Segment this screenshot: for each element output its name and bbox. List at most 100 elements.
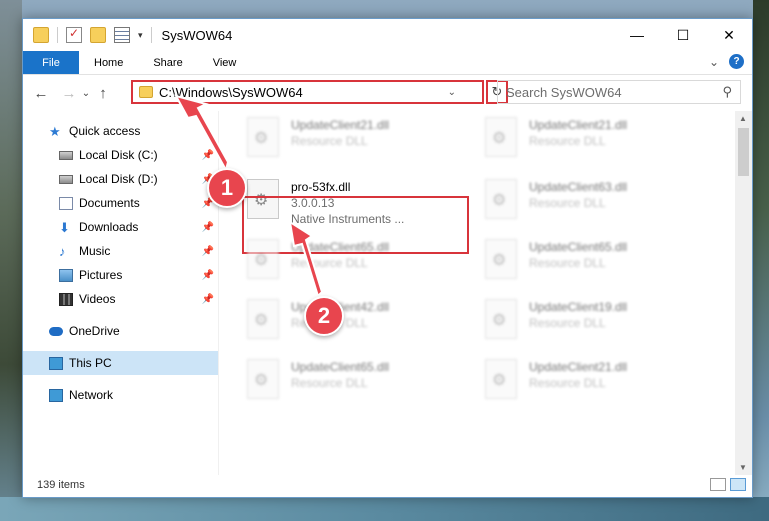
sidebar-item-quick-access[interactable]: ★ Quick access [23,119,218,143]
pin-icon[interactable]: 📌 [202,294,214,305]
close-button[interactable]: ✕ [706,19,752,51]
file-type: Resource DLL [529,376,606,390]
sidebar-item-downloads[interactable]: ⬇ Downloads 📌 [23,215,218,239]
ribbon-tabs: File Home Share View ⌄ ? [23,51,752,75]
pin-icon[interactable]: 📌 [202,150,214,161]
computer-icon [49,356,63,370]
properties-icon[interactable] [114,27,130,43]
file-name: UpdateClient21.dll [291,118,390,132]
file-type: Resource DLL [529,256,606,270]
file-name: pro-53fx.dll [291,180,351,194]
minimize-button[interactable]: — [614,19,660,51]
tab-share[interactable]: Share [138,51,197,74]
sidebar-item-label: Downloads [79,220,139,234]
file-item[interactable]: UpdateClient65.dll Resource DLL [485,239,705,287]
dll-file-icon [485,239,517,279]
dll-file-icon [247,299,279,339]
help-icon[interactable]: ? [729,54,744,69]
music-icon: ♪ [59,243,66,259]
pin-icon[interactable]: 📌 [202,222,214,233]
star-icon: ★ [49,123,61,139]
file-name: UpdateClient63.dll [529,180,628,194]
sidebar-item-label: Local Disk (D:) [79,172,158,186]
properties-check-icon[interactable] [66,26,82,43]
sidebar-item-label: Videos [79,292,116,306]
file-item[interactable]: UpdateClient63.dll Resource DLL [485,179,705,227]
file-type: Resource DLL [291,376,368,390]
tab-file[interactable]: File [23,51,79,74]
file-item[interactable]: UpdateClient19.dll Resource DLL [485,299,705,347]
sidebar-item-network[interactable]: Network [23,383,218,407]
documents-icon [59,196,73,210]
tab-view[interactable]: View [198,51,252,74]
step-2-badge: 2 [304,296,344,336]
dll-file-icon [485,117,517,157]
file-item[interactable]: UpdateClient65.dll Resource DLL [247,239,467,287]
file-type: Resource DLL [529,134,606,148]
status-bar: 139 items [23,473,752,497]
search-placeholder[interactable]: Search SysWOW64 [506,85,622,100]
sidebar-item-label: Pictures [79,268,123,282]
downloads-icon: ⬇ [59,219,70,235]
tab-home[interactable]: Home [79,51,138,74]
dll-file-icon [485,359,517,399]
expand-ribbon-icon[interactable]: ⌄ [709,55,719,69]
dll-file-icon [485,179,517,219]
back-button[interactable]: ← [31,85,51,102]
sidebar-item-onedrive[interactable]: OneDrive [23,319,218,343]
recent-locations-button[interactable]: ⌄ [79,88,93,99]
sidebar-item-videos[interactable]: Videos 📌 [23,287,218,311]
toolbar-divider [150,27,152,43]
maximize-button[interactable]: ☐ [660,19,706,51]
scroll-down-arrow-icon[interactable]: ▼ [739,463,747,472]
sidebar-item-this-pc[interactable]: This PC [23,351,218,375]
folder-icon [33,27,49,43]
file-item[interactable]: UpdateClient65.dll Resource DLL [247,359,467,407]
sidebar-item-label: Local Disk (C:) [79,148,158,162]
file-type: Resource DLL [291,134,368,148]
pin-icon[interactable]: 📌 [202,270,214,281]
new-folder-icon[interactable] [90,27,106,43]
sidebar-item-label: Documents [79,196,140,210]
file-item[interactable]: UpdateClient21.dll Resource DLL [247,117,467,165]
customize-toolbar-dropdown[interactable]: ▾ [138,30,143,41]
sidebar-item-music[interactable]: ♪ Music 📌 [23,239,218,263]
pin-icon[interactable]: 📌 [202,246,214,257]
file-name: UpdateClient65.dll [291,240,390,254]
file-type: Resource DLL [291,256,368,270]
scroll-up-arrow-icon[interactable]: ▲ [739,114,747,123]
dll-file-icon [247,239,279,279]
disk-icon [59,174,73,184]
scrollbar-thumb[interactable] [738,128,749,176]
address-bar[interactable]: C:\Windows\SysWOW64 ⌄ [131,80,484,104]
quick-access-toolbar: ▾ [23,26,152,43]
details-view-icon[interactable] [710,478,726,491]
file-item[interactable]: UpdateClient42.dll Resource DLL [247,299,467,347]
file-item[interactable]: UpdateClient21.dll Resource DLL [485,359,705,407]
file-name: UpdateClient65.dll [291,360,390,374]
file-type: Resource DLL [529,196,606,210]
vertical-scrollbar[interactable]: ▲ ▼ [735,111,752,475]
view-mode-buttons [710,478,746,491]
desktop-background-right [753,0,769,521]
sidebar-item-label: OneDrive [69,324,120,338]
sidebar-item-pictures[interactable]: Pictures 📌 [23,263,218,287]
sidebar-item-documents[interactable]: Documents 📌 [23,191,218,215]
search-box[interactable]: Search SysWOW64 ⚲ [497,80,741,104]
sidebar-item-local-disk-d[interactable]: Local Disk (D:) 📌 [23,167,218,191]
address-path[interactable]: C:\Windows\SysWOW64 [159,85,303,100]
tiles-view-icon[interactable] [730,478,746,491]
sidebar-item-local-disk-c[interactable]: Local Disk (C:) 📌 [23,143,218,167]
file-name: UpdateClient21.dll [529,360,628,374]
file-item[interactable]: UpdateClient21.dll Resource DLL [485,117,705,165]
search-icon[interactable]: ⚲ [722,84,732,100]
forward-button[interactable]: → [59,85,79,102]
sidebar-item-label: Music [79,244,111,258]
up-button[interactable]: ↑ [93,85,113,102]
pictures-icon [59,268,73,282]
onedrive-icon [49,326,63,336]
chevron-down-icon[interactable]: ⌄ [448,87,456,98]
